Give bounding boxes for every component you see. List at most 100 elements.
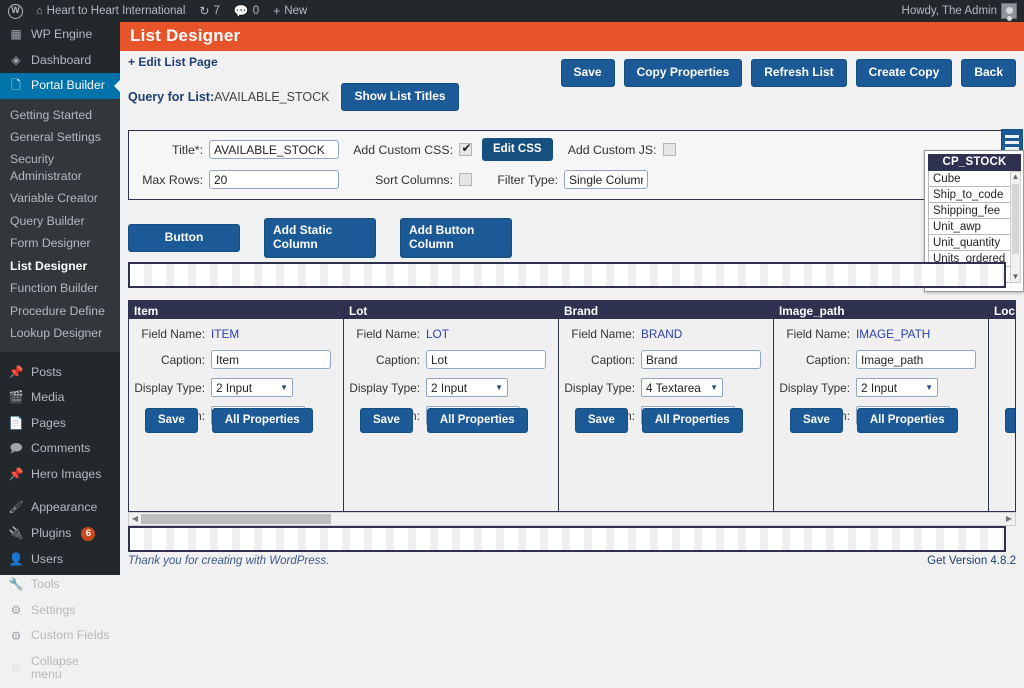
new-content-menu[interactable]: + New bbox=[266, 0, 314, 22]
add-custom-js-checkbox[interactable] bbox=[662, 143, 676, 157]
display-type-select[interactable]: 2 Input bbox=[211, 378, 293, 397]
column-save-button[interactable]: Save bbox=[575, 407, 628, 433]
sidebar-item-posts[interactable]: 📌 Posts bbox=[0, 360, 120, 386]
sidebar-item-media[interactable]: 🎬 Media bbox=[0, 385, 120, 411]
sidebar-item-appearance[interactable]: 🖌 Appearance bbox=[0, 495, 120, 521]
sidebar-item-plugins[interactable]: 🔌 Plugins 6 bbox=[0, 521, 120, 547]
wp-logo-menu[interactable] bbox=[0, 0, 29, 22]
column-header: Lot bbox=[344, 301, 558, 319]
media-icon: 🎬 bbox=[8, 390, 24, 405]
sidebar-item-custom-fields[interactable]: ⚙ Custom Fields bbox=[0, 623, 120, 649]
sidebar-item-list-designer[interactable]: List Designer bbox=[0, 255, 120, 277]
sidebar-item-form-designer[interactable]: Form Designer bbox=[0, 232, 120, 254]
caption-input[interactable] bbox=[641, 350, 761, 369]
list-item[interactable]: Shipping_fee bbox=[928, 203, 1011, 219]
add-custom-css-checkbox[interactable] bbox=[459, 141, 473, 157]
sidebar-item-security-administrator[interactable]: Security Administrator bbox=[0, 148, 120, 187]
sidebar-item-label: Collapse menu bbox=[31, 653, 79, 682]
sidebar-item-function-builder[interactable]: Function Builder bbox=[0, 277, 120, 299]
back-button[interactable]: Back bbox=[961, 59, 1016, 87]
display-type-select[interactable]: 2 Input bbox=[426, 378, 508, 397]
add-button-column-button[interactable]: Add Button Column bbox=[400, 218, 512, 258]
sidebar-item-hero-images[interactable]: 📌 Hero Images bbox=[0, 462, 120, 488]
column-all-properties-button[interactable]: All Properties bbox=[211, 407, 313, 433]
sidebar-item-getting-started[interactable]: Getting Started bbox=[0, 104, 120, 126]
wp-admin-bar: ⌂ Heart to Heart International ↻ 7 💬 0 +… bbox=[0, 0, 1024, 22]
my-account-menu[interactable]: Howdy, The Admin bbox=[895, 0, 1024, 22]
display-type-label: Disp bbox=[989, 378, 1015, 392]
sidebar-item-pages[interactable]: 📄 Pages bbox=[0, 411, 120, 437]
title-input[interactable] bbox=[209, 140, 339, 160]
sidebar-item-collapse-menu[interactable]: ◌ Collapse menu bbox=[0, 649, 120, 688]
scroll-up-arrow-icon[interactable]: ▲ bbox=[1011, 172, 1020, 182]
caption-input[interactable] bbox=[211, 350, 331, 369]
refresh-list-button[interactable]: Refresh List bbox=[751, 59, 847, 87]
edit-css-button[interactable]: Edit CSS bbox=[482, 138, 553, 162]
comments-menu[interactable]: 💬 0 bbox=[227, 0, 266, 22]
filter-type-input[interactable] bbox=[564, 170, 648, 190]
scrollbar-thumb[interactable] bbox=[141, 514, 331, 524]
site-name-menu[interactable]: ⌂ Heart to Heart International bbox=[29, 0, 192, 22]
copy-properties-button[interactable]: Copy Properties bbox=[623, 59, 743, 87]
display-type-select[interactable]: 4 Textarea bbox=[641, 378, 723, 397]
scroll-left-arrow-icon[interactable]: ◀ bbox=[129, 513, 141, 525]
main-content: List Designer + Edit List Page Query for… bbox=[120, 22, 1024, 575]
scroll-down-arrow-icon[interactable]: ▼ bbox=[1011, 272, 1020, 282]
column-all-properties-button[interactable]: All Properties bbox=[856, 407, 958, 433]
sidebar-item-portal-builder[interactable]: 🗋 Portal Builder bbox=[0, 73, 121, 99]
sidebar-item-general-settings[interactable]: General Settings bbox=[0, 126, 120, 148]
add-custom-css-label: Add Custom CSS: bbox=[353, 142, 453, 157]
caption-row: Caption: bbox=[559, 350, 767, 369]
add-static-column-button[interactable]: Add Static Column bbox=[264, 218, 376, 258]
max-rows-input[interactable] bbox=[209, 170, 339, 190]
column-buttons: Save All Properties bbox=[360, 407, 528, 433]
column-all-properties-button[interactable]: All Properties bbox=[641, 407, 743, 433]
site-name-label: Heart to Heart International bbox=[46, 5, 186, 17]
scroll-right-arrow-icon[interactable]: ▶ bbox=[1003, 513, 1015, 525]
caption-label: Caption: bbox=[591, 352, 635, 367]
save-button[interactable]: Save bbox=[560, 59, 615, 87]
create-copy-button[interactable]: Create Copy bbox=[855, 59, 953, 87]
sidebar-item-procedure-define[interactable]: Procedure Define bbox=[0, 300, 120, 322]
sidebar-item-query-builder[interactable]: Query Builder bbox=[0, 210, 120, 232]
column-save-button[interactable]: Save bbox=[145, 407, 198, 433]
column-buttons: S bbox=[1005, 407, 1015, 433]
sidebar-item-users[interactable]: 👤 Users bbox=[0, 547, 120, 573]
column-save-button[interactable]: Save bbox=[360, 407, 413, 433]
field-name-value: IMAGE_PATH bbox=[856, 327, 931, 341]
sidebar-item-lookup-designer[interactable]: Lookup Designer bbox=[0, 322, 120, 344]
display-type-select[interactable]: 2 Input bbox=[856, 378, 938, 397]
caption-input[interactable] bbox=[426, 350, 546, 369]
sidebar-item-tools[interactable]: 🔧 Tools bbox=[0, 572, 120, 598]
column-all-properties-button[interactable]: All Properties bbox=[426, 407, 528, 433]
show-list-titles-button[interactable]: Show List Titles bbox=[341, 83, 459, 111]
column-save-button[interactable]: S bbox=[1005, 407, 1015, 433]
wordpress-logo-icon bbox=[8, 3, 23, 19]
list-item[interactable]: Unit_quantity bbox=[928, 235, 1011, 251]
columns-horizontal-scrollbar[interactable]: ◀ ▶ bbox=[128, 512, 1016, 526]
hamburger-line bbox=[1005, 140, 1019, 144]
query-value: AVAILABLE_STOCK bbox=[214, 89, 330, 104]
display-type-label: Display Type: bbox=[134, 380, 205, 395]
new-label: New bbox=[284, 5, 308, 17]
field-name-label: Field Name: bbox=[571, 327, 635, 341]
button-column-button[interactable]: Button bbox=[128, 223, 240, 252]
sidebar-item-variable-creator[interactable]: Variable Creator bbox=[0, 187, 120, 209]
sidebar-item-comments[interactable]: 🗩 Comments bbox=[0, 436, 120, 462]
sort-columns-checkbox[interactable] bbox=[459, 173, 472, 187]
sidebar-item-settings[interactable]: ⚙ Settings bbox=[0, 598, 120, 624]
column-save-button[interactable]: Save bbox=[790, 407, 843, 433]
scrollbar-thumb[interactable] bbox=[1012, 184, 1019, 254]
sidebar-item-wp-engine[interactable]: ▦ WP Engine bbox=[0, 22, 120, 48]
list-item[interactable]: Cube bbox=[928, 171, 1011, 187]
sidebar-item-label: Dashboard bbox=[31, 52, 92, 67]
sidebar-item-label: Portal Builder bbox=[31, 78, 105, 93]
updates-menu[interactable]: ↻ 7 bbox=[192, 0, 226, 22]
list-item[interactable]: Ship_to_code bbox=[928, 187, 1011, 203]
field-list-scrollbar[interactable]: ▲ ▼ bbox=[1010, 171, 1021, 283]
field-name-row: Fie bbox=[989, 327, 1015, 341]
sidebar-item-dashboard[interactable]: ◈ Dashboard bbox=[0, 48, 120, 74]
footer-version[interactable]: Get Version 4.8.2 bbox=[927, 555, 1016, 567]
caption-input[interactable] bbox=[856, 350, 976, 369]
list-item[interactable]: Unit_awp bbox=[928, 219, 1011, 235]
